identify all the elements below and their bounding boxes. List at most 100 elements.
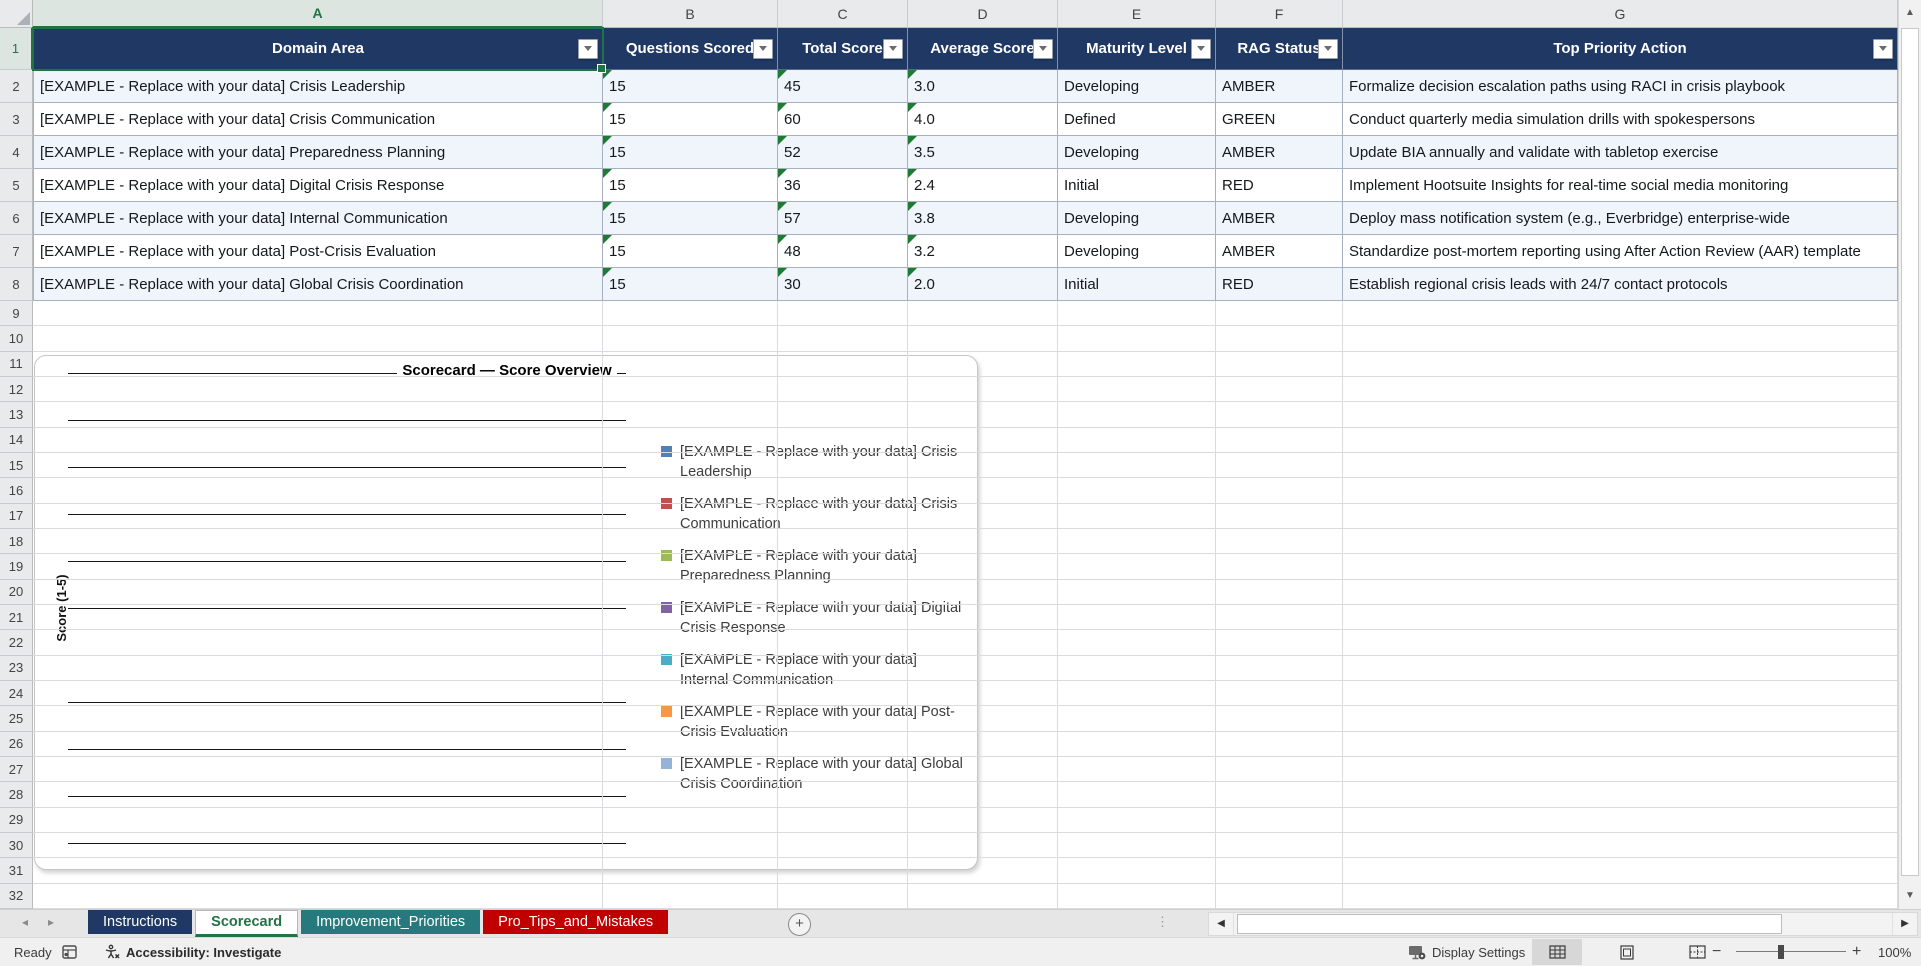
scroll-left-icon[interactable]: ◀ [1209,913,1234,935]
cell-C3[interactable]: 60 [778,103,908,136]
column-header-F[interactable]: F [1216,0,1343,28]
display-settings-icon[interactable] [1408,938,1427,966]
column-header-D[interactable]: D [908,0,1058,28]
cell-B3[interactable]: 15 [603,103,778,136]
cell-F7[interactable]: AMBER [1216,235,1343,268]
cell-C2[interactable]: 45 [778,70,908,103]
filter-button[interactable] [753,38,773,59]
row-header-8[interactable]: 8 [0,268,33,301]
header-cell-E1[interactable]: Maturity Level [1058,28,1216,70]
cell-D2[interactable]: 3.0 [908,70,1058,103]
row-header-18[interactable]: 18 [0,528,33,555]
row-header-14[interactable]: 14 [0,427,33,453]
row-header-5[interactable]: 5 [0,169,33,202]
cell-A7[interactable]: [EXAMPLE - Replace with your data] Post-… [33,235,603,268]
row-header-10[interactable]: 10 [0,326,33,352]
normal-view-button[interactable] [1532,939,1582,965]
cell-D7[interactable]: 3.2 [908,235,1058,268]
filter-button[interactable] [1191,38,1211,59]
row-header-15[interactable]: 15 [0,452,33,479]
cell-A3[interactable]: [EXAMPLE - Replace with your data] Crisi… [33,103,603,136]
cell-B8[interactable]: 15 [603,268,778,301]
cell-A6[interactable]: [EXAMPLE - Replace with your data] Inter… [33,202,603,235]
vertical-scroll-thumb[interactable] [1901,28,1919,876]
column-header-G[interactable]: G [1343,0,1898,28]
vertical-scrollbar[interactable]: ▲ ▼ [1898,0,1921,909]
cell-E8[interactable]: Initial [1058,268,1216,301]
header-cell-F1[interactable]: RAG Status [1216,28,1343,70]
header-cell-D1[interactable]: Average Score [908,28,1058,70]
cell-E4[interactable]: Developing [1058,136,1216,169]
embedded-chart[interactable]: Scorecard — Score Overview Score (1-5) [… [34,355,978,870]
zoom-slider-track[interactable] [1736,951,1846,952]
cell-B2[interactable]: 15 [603,70,778,103]
row-header-29[interactable]: 29 [0,807,33,833]
cell-B6[interactable]: 15 [603,202,778,235]
scrollbar-resize-handle[interactable]: ⋮ [1156,914,1169,930]
cell-B5[interactable]: 15 [603,169,778,202]
column-header-E[interactable]: E [1058,0,1216,28]
cell-C8[interactable]: 30 [778,268,908,301]
sheet-tab-improvement_priorities[interactable]: Improvement_Priorities [301,910,481,934]
row-header-6[interactable]: 6 [0,202,33,235]
cell-D3[interactable]: 4.0 [908,103,1058,136]
cell-B4[interactable]: 15 [603,136,778,169]
row-header-1[interactable]: 1 [0,28,33,70]
horizontal-scrollbar[interactable]: ◀ ▶ [1208,912,1918,936]
cell-C4[interactable]: 52 [778,136,908,169]
row-header-24[interactable]: 24 [0,680,33,707]
sheet-tab-instructions[interactable]: Instructions [88,910,193,934]
row-header-27[interactable]: 27 [0,756,33,783]
cell-D4[interactable]: 3.5 [908,136,1058,169]
row-header-22[interactable]: 22 [0,630,33,656]
cell-D8[interactable]: 2.0 [908,268,1058,301]
row-header-23[interactable]: 23 [0,655,33,681]
row-header-12[interactable]: 12 [0,376,33,403]
header-cell-C1[interactable]: Total Score [778,28,908,70]
cell-F2[interactable]: AMBER [1216,70,1343,103]
cell-E6[interactable]: Developing [1058,202,1216,235]
header-cell-G1[interactable]: Top Priority Action [1343,28,1898,70]
cell-G2[interactable]: Formalize decision escalation paths usin… [1343,70,1898,103]
cell-G5[interactable]: Implement Hootsuite Insights for real-ti… [1343,169,1898,202]
row-header-26[interactable]: 26 [0,731,33,757]
cell-E2[interactable]: Developing [1058,70,1216,103]
row-header-31[interactable]: 31 [0,858,33,884]
new-sheet-button[interactable]: + [788,913,811,936]
filter-button[interactable] [883,38,903,59]
cell-A2[interactable]: [EXAMPLE - Replace with your data] Crisi… [33,70,603,103]
sheet-tab-scorecard[interactable]: Scorecard [195,910,299,937]
cell-G6[interactable]: Deploy mass notification system (e.g., E… [1343,202,1898,235]
row-header-32[interactable]: 32 [0,883,33,909]
header-cell-B1[interactable]: Questions Scored [603,28,778,70]
filter-button[interactable] [1318,38,1338,59]
cell-F5[interactable]: RED [1216,169,1343,202]
row-header-19[interactable]: 19 [0,554,33,580]
zoom-out-button[interactable]: − [1712,938,1721,966]
accessibility-status-label[interactable]: Accessibility: Investigate [126,938,281,966]
zoom-percent-label[interactable]: 100% [1878,938,1911,966]
row-header-4[interactable]: 4 [0,136,33,169]
tab-scroll-left-icon[interactable]: ◂ [22,915,28,929]
cell-D5[interactable]: 2.4 [908,169,1058,202]
cell-G7[interactable]: Standardize post-mortem reporting using … [1343,235,1898,268]
scroll-up-icon[interactable]: ▲ [1899,2,1921,24]
cell-C5[interactable]: 36 [778,169,908,202]
cell-F8[interactable]: RED [1216,268,1343,301]
filter-button[interactable] [1033,38,1053,59]
cell-F6[interactable]: AMBER [1216,202,1343,235]
row-header-20[interactable]: 20 [0,579,33,605]
zoom-slider-handle[interactable] [1778,945,1784,959]
row-header-17[interactable]: 17 [0,503,33,529]
cell-E5[interactable]: Initial [1058,169,1216,202]
filter-button[interactable] [1873,38,1893,59]
row-header-9[interactable]: 9 [0,301,33,327]
cell-F3[interactable]: GREEN [1216,103,1343,136]
cell-G4[interactable]: Update BIA annually and validate with ta… [1343,136,1898,169]
display-settings-label[interactable]: Display Settings [1432,938,1525,966]
page-layout-view-button[interactable] [1602,939,1652,965]
tab-scroll-right-icon[interactable]: ▸ [48,915,54,929]
row-header-28[interactable]: 28 [0,782,33,808]
row-header-16[interactable]: 16 [0,478,33,504]
row-header-30[interactable]: 30 [0,832,33,859]
